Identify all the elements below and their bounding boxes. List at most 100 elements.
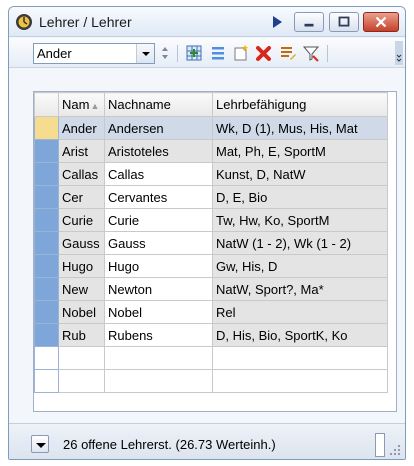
cell-lehrbefaehigung[interactable]: D, His, Bio, SportK, Ko [212, 323, 388, 347]
row-selector[interactable] [34, 116, 59, 140]
resize-grip-icon[interactable] [389, 444, 401, 456]
lehrer-window: Lehrer / Lehrer Ander Nam▲ Nachname Lehr… [8, 6, 406, 460]
table-row[interactable]: Cer Cervantes D, E, Bio [34, 185, 388, 209]
delete-icon[interactable] [255, 44, 273, 62]
toolbar-overflow-icon[interactable] [395, 41, 403, 65]
row-selector[interactable] [34, 254, 59, 278]
cell-lehrbefaehigung[interactable]: Rel [212, 300, 388, 324]
column-header-lehrbefaehigung[interactable]: Lehrbefähigung [212, 92, 388, 117]
row-selector[interactable] [34, 346, 59, 370]
spin-arrows-icon[interactable] [159, 43, 171, 63]
dropdown-button[interactable] [136, 44, 154, 63]
grid-add-icon[interactable] [185, 44, 203, 62]
cell-name[interactable]: Gauss [58, 231, 105, 255]
cell-name[interactable]: Rub [58, 323, 105, 347]
cell-nachname[interactable] [104, 346, 213, 370]
cell-lehrbefaehigung[interactable]: Gw, His, D [212, 254, 388, 278]
row-selector[interactable] [34, 162, 59, 186]
new-row[interactable] [34, 346, 388, 370]
cell-name[interactable] [58, 369, 105, 393]
cell-nachname[interactable]: Cervantes [104, 185, 213, 209]
status-bar: 26 offene Lehrerst. (26.73 Werteinh.) [9, 423, 405, 459]
edit-list-icon[interactable] [279, 44, 297, 62]
cell-name[interactable]: Cer [58, 185, 105, 209]
teacher-select-value: Ander [37, 46, 72, 61]
cell-name[interactable]: Ander [58, 116, 105, 140]
close-icon [375, 16, 387, 28]
status-text: 26 offene Lehrerst. (26.73 Werteinh.) [63, 437, 276, 452]
minimize-button[interactable] [294, 12, 324, 32]
cell-lehrbefaehigung[interactable]: NatW, Sport?, Ma* [212, 277, 388, 301]
toolbar: Ander [9, 38, 405, 68]
cell-lehrbefaehigung[interactable]: Tw, Hw, Ko, SportM [212, 208, 388, 232]
chevron-down-icon [142, 52, 150, 56]
chevron-down-icon [36, 443, 46, 448]
cell-lehrbefaehigung[interactable]: Kunst, D, NatW [212, 162, 388, 186]
close-button[interactable] [363, 12, 399, 32]
cell-name[interactable]: Hugo [58, 254, 105, 278]
cell-name[interactable]: New [58, 277, 105, 301]
row-selector[interactable] [34, 277, 59, 301]
cell-nachname[interactable]: Nobel [104, 300, 213, 324]
new-row[interactable] [34, 369, 388, 393]
column-header-name-label: Nam [62, 97, 90, 112]
toolbar-separator [327, 45, 328, 62]
cell-lehrbefaehigung[interactable]: Mat, Ph, E, SportM [212, 139, 388, 163]
row-selector[interactable] [34, 208, 59, 232]
minimize-icon [304, 23, 314, 27]
status-dropdown-button[interactable] [31, 435, 49, 453]
status-indicator [375, 433, 385, 457]
teacher-select[interactable]: Ander [33, 43, 155, 64]
row-selector[interactable] [34, 300, 59, 324]
row-selector[interactable] [34, 369, 59, 393]
cell-lehrbefaehigung[interactable]: NatW (1 - 2), Wk (1 - 2) [212, 231, 388, 255]
toolbar-separator [177, 45, 178, 62]
row-selector[interactable] [34, 185, 59, 209]
cell-nachname[interactable]: Curie [104, 208, 213, 232]
table-row[interactable]: Callas Callas Kunst, D, NatW [34, 162, 388, 186]
row-selector[interactable] [34, 231, 59, 255]
cell-lehrbefaehigung[interactable]: Wk, D (1), Mus, His, Mat [212, 116, 388, 140]
filter-icon[interactable] [302, 44, 320, 62]
row-selector-header[interactable] [34, 92, 59, 117]
list-icon[interactable] [209, 44, 227, 62]
cell-nachname[interactable]: Andersen [104, 116, 213, 140]
cell-name[interactable]: Callas [58, 162, 105, 186]
column-header-nachname[interactable]: Nachname [104, 92, 213, 117]
table-row[interactable]: New Newton NatW, Sport?, Ma* [34, 277, 388, 301]
table-row[interactable]: Ander Andersen Wk, D (1), Mus, His, Mat [34, 116, 388, 140]
row-selector[interactable] [34, 139, 59, 163]
cell-name[interactable] [58, 346, 105, 370]
column-header-name[interactable]: Nam▲ [58, 92, 105, 117]
window-title: Lehrer / Lehrer [39, 14, 132, 30]
table-row[interactable]: Curie Curie Tw, Hw, Ko, SportM [34, 208, 388, 232]
teacher-table: Nam▲ Nachname Lehrbefähigung Ander Ander… [34, 92, 388, 393]
cell-nachname[interactable]: Hugo [104, 254, 213, 278]
new-document-icon[interactable] [232, 44, 250, 62]
app-clock-icon [16, 14, 32, 30]
cell-nachname[interactable] [104, 369, 213, 393]
play-icon[interactable] [271, 15, 283, 29]
cell-name[interactable]: Curie [58, 208, 105, 232]
title-bar[interactable]: Lehrer / Lehrer [9, 7, 405, 37]
cell-nachname[interactable]: Aristoteles [104, 139, 213, 163]
cell-name[interactable]: Nobel [58, 300, 105, 324]
teacher-grid[interactable]: Nam▲ Nachname Lehrbefähigung Ander Ander… [33, 91, 397, 412]
cell-nachname[interactable]: Callas [104, 162, 213, 186]
cell-nachname[interactable]: Rubens [104, 323, 213, 347]
cell-lehrbefaehigung[interactable] [212, 369, 388, 393]
cell-name[interactable]: Arist [58, 139, 105, 163]
table-row[interactable]: Hugo Hugo Gw, His, D [34, 254, 388, 278]
table-row[interactable]: Arist Aristoteles Mat, Ph, E, SportM [34, 139, 388, 163]
table-row[interactable]: Nobel Nobel Rel [34, 300, 388, 324]
table-row[interactable]: Gauss Gauss NatW (1 - 2), Wk (1 - 2) [34, 231, 388, 255]
row-selector[interactable] [34, 323, 59, 347]
table-row[interactable]: Rub Rubens D, His, Bio, SportK, Ko [34, 323, 388, 347]
header-row: Nam▲ Nachname Lehrbefähigung [34, 92, 388, 117]
maximize-icon [338, 16, 350, 27]
cell-lehrbefaehigung[interactable] [212, 346, 388, 370]
cell-nachname[interactable]: Newton [104, 277, 213, 301]
cell-nachname[interactable]: Gauss [104, 231, 213, 255]
cell-lehrbefaehigung[interactable]: D, E, Bio [212, 185, 388, 209]
maximize-button[interactable] [329, 12, 359, 32]
